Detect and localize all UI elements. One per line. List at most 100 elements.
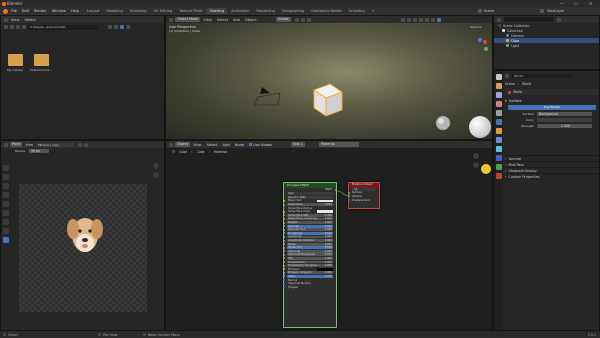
tab-scripting[interactable]: Scripting	[346, 8, 368, 14]
menu-view[interactable]: View	[25, 143, 33, 147]
zoom-icon[interactable]	[153, 163, 159, 169]
outliner-row-light[interactable]: Light	[494, 43, 599, 48]
zoom-icon[interactable]	[473, 153, 479, 159]
shading-material-icon[interactable]	[430, 17, 435, 22]
material-tab-icon[interactable]	[495, 173, 502, 179]
close-window-button[interactable]: ✕	[589, 1, 592, 6]
tool-tab-icon[interactable]	[495, 74, 502, 80]
refresh-icon[interactable]	[22, 25, 26, 29]
tab-uv-editing[interactable]: UV Editing	[151, 8, 176, 14]
mode-dropdown[interactable]: Object Mode	[175, 17, 201, 22]
color-swatch[interactable]	[537, 117, 592, 123]
output-tab-icon[interactable]	[495, 92, 502, 98]
transform-orientation-dropdown[interactable]: Global	[275, 17, 291, 22]
gizmo-icon[interactable]	[406, 17, 411, 22]
x-axis-icon[interactable]	[483, 40, 487, 44]
editor-type-icon[interactable]	[169, 142, 173, 147]
use-nodes-checkbox[interactable]	[249, 143, 253, 146]
surface-dropdown[interactable]: Background	[537, 111, 592, 117]
input-socket[interactable]	[283, 207, 285, 210]
scene-field[interactable]: Scene	[484, 9, 512, 13]
input-socket[interactable]	[283, 264, 285, 267]
pan-icon[interactable]	[484, 70, 489, 75]
input-socket[interactable]	[283, 275, 285, 278]
material-selector[interactable]: Material	[318, 142, 359, 147]
input-socket[interactable]	[283, 250, 285, 253]
image-name-field[interactable]: Flinque ( copy	[35, 142, 74, 147]
path-field[interactable]: C:\Users\...\Documents\	[28, 24, 98, 30]
menu-node[interactable]: Node	[235, 143, 244, 147]
input-socket[interactable]	[283, 246, 285, 249]
input-socket[interactable]	[283, 225, 285, 228]
tab-rendering[interactable]: Rendering	[253, 8, 277, 14]
menu-object[interactable]: Object	[245, 18, 257, 22]
menu-file[interactable]: File	[11, 9, 17, 13]
tab-animation[interactable]: Animation	[228, 8, 252, 14]
input-socket[interactable]	[283, 253, 285, 256]
sample-tool-icon[interactable]	[3, 237, 9, 243]
render-tab-icon[interactable]	[495, 83, 502, 89]
draw-tool-icon[interactable]	[3, 165, 9, 171]
tab-layout[interactable]: Layout	[84, 8, 102, 14]
editor-type-icon[interactable]	[4, 142, 8, 147]
3d-viewport[interactable]: Object Mode View Select Add Object Globa…	[165, 15, 493, 140]
sort-icon[interactable]	[114, 25, 118, 29]
input-socket[interactable]	[283, 268, 285, 271]
visibility-icon[interactable]	[400, 17, 405, 22]
input-socket[interactable]	[283, 193, 285, 195]
line-tool-icon[interactable]	[3, 228, 9, 234]
menu-select[interactable]: Select	[207, 143, 218, 147]
blender-menu-icon[interactable]	[3, 8, 8, 14]
maximize-button[interactable]: ☐	[574, 1, 578, 6]
input-socket[interactable]	[348, 199, 350, 202]
options-dropdown[interactable]: Options	[468, 25, 484, 29]
menu-view[interactable]: View	[193, 143, 202, 147]
annotate-tool-icon[interactable]	[3, 219, 9, 225]
z-axis-icon[interactable]	[478, 38, 482, 42]
list-item[interactable]: My Games	[5, 54, 25, 72]
fill-tool-icon[interactable]	[3, 201, 9, 207]
shader-editor-panel[interactable]: Object View Select Add Node Use Nodes Sl…	[165, 140, 493, 331]
image-canvas[interactable]	[19, 184, 147, 312]
menu-add[interactable]: Add	[223, 143, 230, 147]
input-socket[interactable]	[283, 221, 285, 224]
editor-type-icon[interactable]	[4, 17, 8, 22]
strength-field[interactable]: 1.000	[537, 123, 592, 129]
filter-icon[interactable]	[557, 17, 561, 22]
xray-icon[interactable]	[418, 17, 423, 22]
input-socket[interactable]	[283, 235, 285, 238]
camera-object[interactable]	[248, 79, 284, 109]
overlay-icon[interactable]	[412, 17, 417, 22]
input-socket[interactable]	[283, 286, 285, 289]
filter-icon[interactable]	[120, 25, 124, 29]
menu-help[interactable]: Help	[71, 9, 79, 13]
menu-render[interactable]: Render	[34, 9, 47, 13]
light-object[interactable]	[434, 114, 452, 132]
input-socket[interactable]	[283, 239, 285, 242]
radius-field[interactable]: 50 px	[29, 148, 50, 154]
section-header-custom-properties[interactable]: › Custom Properties	[505, 173, 599, 179]
view-layer-field[interactable]: ViewLayer	[547, 9, 575, 13]
input-socket[interactable]	[283, 228, 285, 231]
input-socket[interactable]	[283, 196, 285, 198]
navigation-gizmo[interactable]	[471, 38, 489, 56]
principled-bsdf-node[interactable]: Principled BSDF BSDF GGX Random Walk Base …	[283, 182, 337, 328]
menu-select[interactable]: Select	[217, 18, 228, 22]
menu-window[interactable]: Window	[52, 9, 66, 13]
tab-texture-paint[interactable]: Texture Paint	[176, 8, 205, 14]
proportional-edit-icon[interactable]	[306, 17, 311, 22]
object-tab-icon[interactable]	[495, 128, 502, 134]
list-item[interactable]: Videos\remix...	[29, 54, 53, 72]
input-socket[interactable]	[283, 210, 285, 213]
soften-tool-icon[interactable]	[3, 174, 9, 180]
scene-tab-icon[interactable]	[495, 110, 502, 116]
camera-view-icon[interactable]	[484, 78, 489, 83]
outliner-search-input[interactable]	[504, 17, 554, 22]
shading-rendered-icon[interactable]	[436, 17, 441, 22]
input-socket[interactable]	[283, 203, 285, 206]
y-axis-icon[interactable]	[484, 47, 488, 51]
mask-tool-icon[interactable]	[3, 210, 9, 216]
particles-tab-icon[interactable]	[495, 146, 502, 152]
menu-add[interactable]: Add	[233, 18, 240, 22]
editor-type-icon[interactable]	[169, 17, 173, 22]
